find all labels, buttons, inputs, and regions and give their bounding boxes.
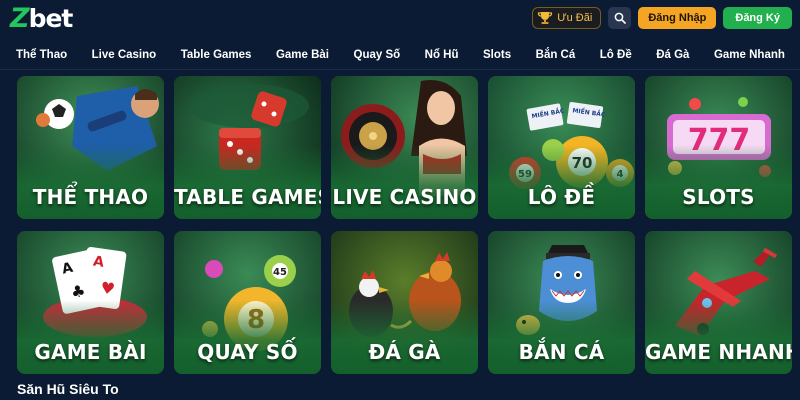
tile-table-games[interactable]: TABLE GAMES xyxy=(174,76,321,219)
nav-item-the-thao[interactable]: Thể Thao xyxy=(16,49,67,61)
tile-lo-de[interactable]: MIỀN BẮC MIỀN BẮC 59 70 4 LÔ ĐỀ xyxy=(488,76,635,219)
tile-label: QUAY SỐ xyxy=(197,340,298,364)
category-nav: Thể Thao Live Casino Table Games Game Bà… xyxy=(0,40,800,70)
tile-label: BẮN CÁ xyxy=(518,340,605,364)
tile-quay-so[interactable]: 45 8 QUAY SỐ xyxy=(174,231,321,374)
tile-slots[interactable]: 777 SLOTS xyxy=(645,76,792,219)
promotions-button[interactable]: Ưu Đãi xyxy=(532,7,602,29)
nav-item-da-ga[interactable]: Đá Gà xyxy=(656,49,689,61)
tile-the-thao[interactable]: THỂ THAO xyxy=(17,76,164,219)
tile-label: LÔ ĐỀ xyxy=(527,185,596,209)
nav-item-ban-ca[interactable]: Bắn Cá xyxy=(536,49,576,61)
search-icon xyxy=(614,12,626,24)
tile-game-bai[interactable]: A A ♥ ♣ GAME BÀI xyxy=(17,231,164,374)
tile-label: ĐÁ GÀ xyxy=(368,340,441,364)
nav-item-quay-so[interactable]: Quay Số xyxy=(354,49,401,61)
tile-game-nhanh[interactable]: GAME NHANH xyxy=(645,231,792,374)
trophy-icon xyxy=(537,11,553,25)
quay-so-number: 45 xyxy=(273,267,287,278)
nav-item-live-casino[interactable]: Live Casino xyxy=(92,49,157,61)
promotions-label: Ưu Đãi xyxy=(557,12,593,24)
nav-item-game-bai[interactable]: Game Bài xyxy=(276,49,329,61)
tile-label: THỂ THAO xyxy=(32,185,149,209)
nav-item-game-nhanh[interactable]: Game Nhanh xyxy=(714,49,785,61)
nav-item-table-games[interactable]: Table Games xyxy=(181,49,252,61)
tile-label: SLOTS xyxy=(682,185,755,209)
svg-text:♥: ♥ xyxy=(99,278,116,299)
nav-item-slots[interactable]: Slots xyxy=(483,49,511,61)
search-button[interactable] xyxy=(608,7,632,29)
tile-label: GAME BÀI xyxy=(34,340,147,364)
jackpot-section-title: Săn Hũ Siêu To xyxy=(17,381,119,397)
nav-item-lo-de[interactable]: Lô Đề xyxy=(600,49,632,61)
tile-label: LIVE CASINO xyxy=(332,185,477,209)
tile-live-casino[interactable]: LIVE CASINO xyxy=(331,76,478,219)
tile-da-ga[interactable]: ĐÁ GÀ xyxy=(331,231,478,374)
zbet-logo[interactable]: Zbet xyxy=(10,3,73,34)
login-button[interactable]: Đăng Nhập xyxy=(638,7,717,29)
nav-item-no-hu[interactable]: Nổ Hũ xyxy=(425,49,459,61)
top-header: Zbet Ưu Đãi Đăng Nhập Đăng Ký xyxy=(0,0,800,36)
game-category-grid: THỂ THAO TABLE GAMES LIVE CASINO MIỀN BẮ… xyxy=(17,76,800,374)
header-actions: Ưu Đãi Đăng Nhập Đăng Ký xyxy=(532,7,792,29)
tile-label: GAME NHANH xyxy=(645,340,792,364)
tile-ban-ca[interactable]: BẮN CÁ xyxy=(488,231,635,374)
register-button[interactable]: Đăng Ký xyxy=(723,7,792,29)
tile-label: TABLE GAMES xyxy=(174,185,321,209)
